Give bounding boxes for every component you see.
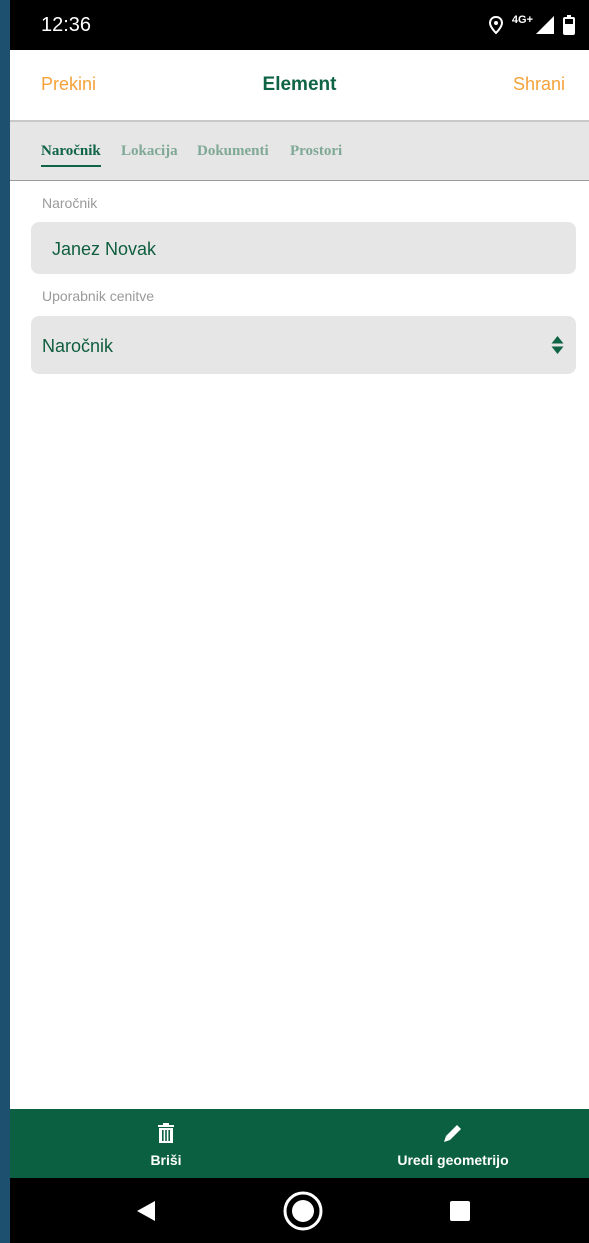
select-arrows-icon	[551, 336, 564, 354]
signal-icon	[536, 16, 554, 34]
network-type: 4G+	[511, 14, 533, 26]
app-bar: Prekini Element Shrani	[10, 50, 589, 122]
delete-button[interactable]: Briši	[126, 1123, 206, 1168]
location-icon	[488, 16, 503, 34]
tab-prostori[interactable]: Prostori	[290, 143, 342, 160]
client-name-input[interactable]: Janez Novak	[31, 222, 576, 274]
system-nav-bar	[10, 1178, 589, 1243]
status-icons: 4G+	[488, 12, 575, 38]
recents-square-icon[interactable]	[450, 1201, 470, 1221]
tab-bar: Naročnik Lokacija Dokumenti Prostori	[10, 122, 589, 181]
bottom-action-bar: Briši Uredi geometrijo	[10, 1109, 589, 1178]
battery-icon	[563, 15, 575, 35]
edit-geometry-button[interactable]: Uredi geometrijo	[378, 1123, 528, 1168]
user-select-value: Naročnik	[42, 336, 114, 356]
status-time: 12:36	[41, 14, 92, 36]
status-bar: 12:36 4G+	[10, 0, 589, 50]
page-title: Element	[262, 74, 337, 95]
tab-label: Naročnik	[41, 143, 101, 159]
back-triangle-icon[interactable]	[136, 1200, 156, 1222]
user-field-label: Uporabnik cenitve	[42, 288, 155, 304]
client-name-value: Janez Novak	[52, 239, 157, 259]
delete-label: Briši	[150, 1152, 182, 1168]
active-tab-indicator	[41, 165, 101, 167]
pencil-icon	[444, 1125, 461, 1142]
tab-dokumenti[interactable]: Dokumenti	[197, 143, 269, 160]
tab-label: Prostori	[290, 143, 343, 159]
tab-lokacija[interactable]: Lokacija	[121, 143, 178, 160]
home-circle-icon[interactable]	[283, 1191, 323, 1231]
edit-geometry-label: Uredi geometrijo	[397, 1152, 509, 1168]
tab-narocnik[interactable]: Naročnik	[41, 143, 101, 167]
client-field-label: Naročnik	[42, 195, 98, 211]
tab-label: Lokacija	[121, 143, 178, 159]
save-button[interactable]: Shrani	[513, 74, 565, 95]
user-select[interactable]: Naročnik	[31, 316, 576, 374]
phone-screen: 12:36 4G+ Prekini Element Shrani Naročni…	[10, 0, 589, 1243]
tab-label: Dokumenti	[197, 143, 269, 159]
trash-icon	[158, 1123, 174, 1143]
